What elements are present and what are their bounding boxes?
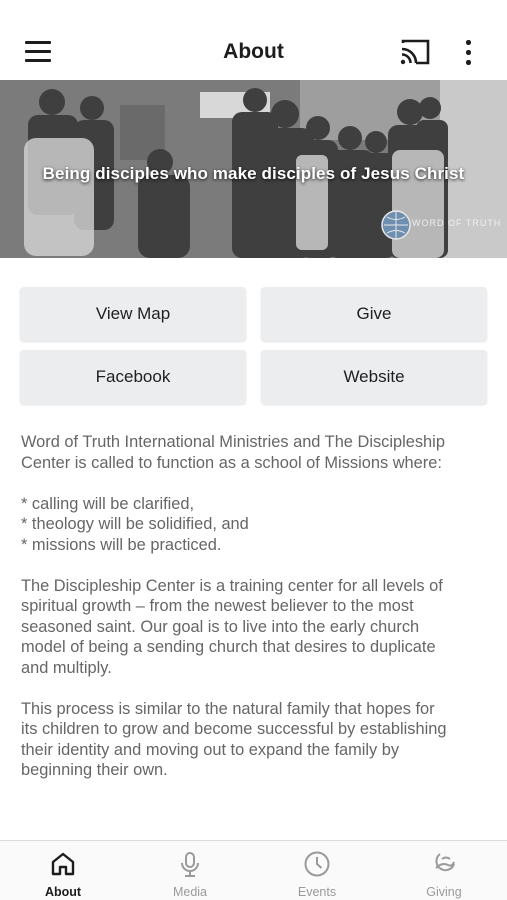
bottom-tab-bar: About Media Events Giving	[0, 840, 507, 900]
tab-events[interactable]: Events	[254, 841, 380, 900]
text-line: and multiply.	[21, 658, 112, 677]
microphone-icon	[181, 852, 199, 877]
tab-giving[interactable]: Giving	[381, 841, 507, 900]
cast-icon[interactable]	[398, 37, 432, 67]
text-line: its children to grow and become successf…	[21, 720, 447, 738]
hamburger-menu-icon[interactable]	[22, 38, 56, 66]
text-line: This process is similar to the natural f…	[21, 699, 435, 718]
tab-about[interactable]: About	[0, 841, 126, 900]
tab-label: About	[44, 885, 82, 899]
text-line: beginning their own.	[21, 761, 168, 779]
text-line: Word of Truth International Ministries a…	[21, 433, 445, 451]
bullet-item: * missions will be practiced.	[21, 535, 222, 554]
tab-label: Media	[172, 885, 208, 899]
intro-paragraph: Word of Truth International Ministries a…	[21, 432, 491, 473]
text-line: Center is called to function as a school…	[21, 453, 442, 472]
give-button[interactable]: Give	[261, 287, 487, 341]
bullet-item: * theology will be solidified, and	[21, 515, 249, 533]
ministry-logo-text: WORD OF TRUTH	[412, 218, 502, 228]
family-paragraph: This process is similar to the natural f…	[21, 699, 491, 781]
about-description: Word of Truth International Ministries a…	[21, 432, 491, 801]
facebook-button[interactable]: Facebook	[20, 350, 246, 404]
hero-banner: Being disciples who make disciples of Je…	[0, 80, 507, 258]
bullet-item: * calling will be clarified,	[21, 494, 195, 513]
text-line: seasoned saint. Our goal is to live into…	[21, 617, 420, 636]
text-line: model of being a sending church that des…	[21, 638, 436, 656]
tab-label: Events	[297, 885, 337, 899]
tab-media[interactable]: Media	[127, 841, 253, 900]
hero-tagline: Being disciples who make disciples of Je…	[42, 164, 465, 183]
text-line: The Discipleship Center is a training ce…	[21, 576, 443, 595]
view-map-button[interactable]: View Map	[20, 287, 246, 341]
app-bar: About	[0, 0, 507, 80]
text-line: their identity and moving out to expand …	[21, 740, 400, 759]
home-icon	[51, 852, 75, 876]
tab-label: Giving	[426, 885, 462, 899]
bullet-list: * calling will be clarified, * theology …	[21, 494, 491, 556]
giving-icon	[435, 853, 455, 872]
website-button[interactable]: Website	[261, 350, 487, 404]
more-vertical-icon[interactable]	[456, 37, 480, 67]
clock-icon	[304, 851, 330, 877]
training-paragraph: The Discipleship Center is a training ce…	[21, 576, 491, 679]
text-line: spiritual growth – from the newest belie…	[21, 597, 414, 615]
